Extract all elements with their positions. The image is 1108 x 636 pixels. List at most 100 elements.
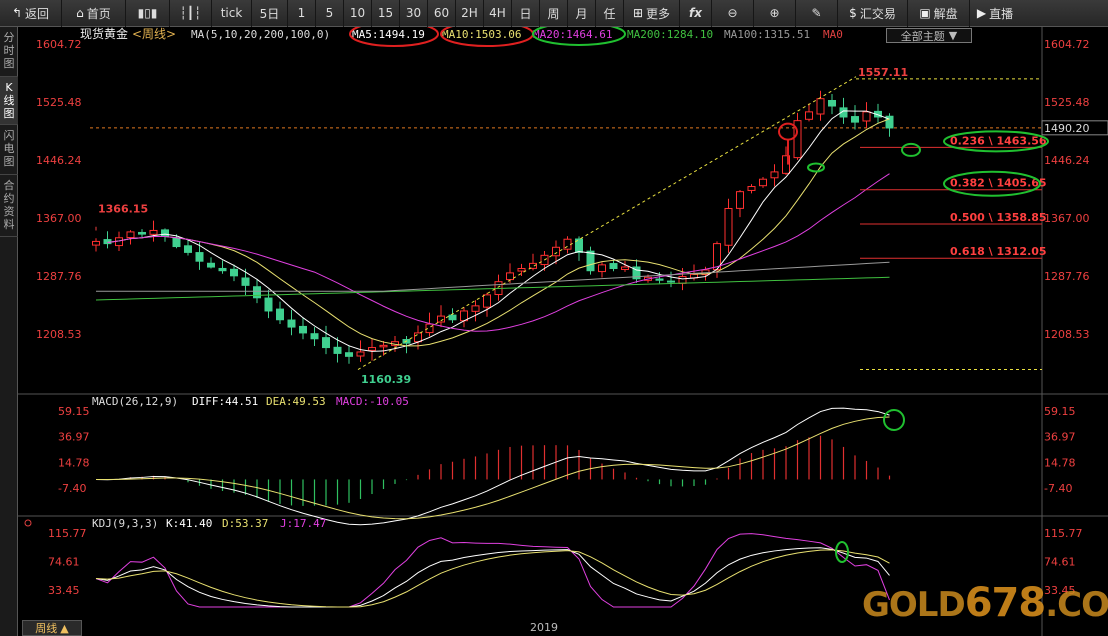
ma10-value: MA10:1503.06 (442, 28, 521, 41)
period-button[interactable]: 5日 (252, 0, 288, 27)
candle-body (230, 268, 238, 277)
tab-flash[interactable]: 闪电图 (0, 125, 18, 175)
candle-body (678, 276, 687, 284)
macd-params: MACD(26,12,9) (92, 395, 178, 408)
period-button[interactable]: 任 (596, 0, 624, 27)
period-button[interactable]: 60 (428, 0, 456, 27)
candle-body (253, 286, 261, 299)
y-tick-left: 1446.24 (36, 154, 82, 167)
price-chart[interactable]: 现货黄金 <周线> MA(5,10,20,200,100,0) MA5:1494… (18, 27, 1108, 636)
period-button[interactable]: 5 (316, 0, 344, 27)
macd-value: MACD:-10.05 (336, 395, 409, 408)
candle-body (552, 246, 560, 257)
candle-body (506, 272, 514, 281)
live-button[interactable]: ▶ 直播 (970, 0, 1020, 27)
candle-body (759, 178, 767, 187)
candlestick-button[interactable]: ┆┃┆ (170, 0, 212, 27)
macd-cross-highlight (883, 409, 905, 431)
fib-label: 0.500 \ 1358.85 (950, 211, 1047, 224)
macd-y-tick-left: 36.97 (58, 431, 90, 444)
candle-body (379, 344, 388, 348)
period-button[interactable]: 30 (400, 0, 428, 27)
back-button[interactable]: ↰ 返回 (0, 0, 62, 27)
back-arrow-icon: ↰ (11, 6, 23, 20)
kdj-k: K:41.40 (166, 517, 212, 530)
candle-body (103, 239, 112, 245)
home-icon: ⌂ (76, 6, 84, 20)
home-button[interactable]: ⌂ 首页 (62, 0, 126, 27)
kdj-settings-icon[interactable] (24, 519, 32, 527)
period-button[interactable]: 2H (456, 0, 484, 27)
candle-body (138, 231, 146, 235)
candle-body (667, 280, 675, 283)
zoom-in-button[interactable]: ⊕ (754, 0, 796, 27)
pencil-icon: ✎ (811, 6, 822, 20)
side-tab-strip: 分时图 K线图 闪电图 合约资料 (0, 27, 18, 636)
theme-select[interactable]: 全部主题 ▼ (886, 28, 972, 43)
kdj-j: J:17.47 (280, 517, 326, 530)
period-label: <周线> (132, 27, 176, 41)
kdj-cross-highlight (835, 541, 849, 563)
period-button[interactable]: 10 (344, 0, 372, 27)
tab-kline[interactable]: K线图 (0, 77, 18, 125)
candle-body (862, 111, 871, 122)
period-button[interactable]: 周 (540, 0, 568, 27)
draw-button[interactable]: ✎ (796, 0, 838, 27)
zoom-in-icon: ⊕ (769, 6, 780, 20)
dropdown-arrow-icon: ▼ (948, 29, 958, 42)
candle-body (414, 332, 422, 343)
candle-body (92, 240, 100, 246)
unlock-button[interactable]: ▣ 解盘 (908, 0, 970, 27)
tick-button[interactable]: tick (212, 0, 252, 27)
kdj-y-tick-left: 115.77 (48, 527, 87, 540)
ma20-value: MA20:1464.61 (533, 28, 612, 41)
y-tick-right: 1604.72 (1044, 38, 1090, 51)
current-price-label: 1490.20 (1044, 122, 1090, 135)
ma-cross-highlight (807, 162, 825, 173)
formula-button[interactable]: fx (680, 0, 712, 27)
bar-chart-button[interactable]: ▮▯▮ (126, 0, 170, 27)
candle-body (517, 268, 526, 272)
zoom-out-button[interactable]: ⊖ (712, 0, 754, 27)
kdj-params: KDJ(9,3,3) (92, 517, 158, 530)
more-button[interactable]: ⊞ 更多 (624, 0, 680, 27)
candle-body (345, 352, 353, 357)
tab-contract-info[interactable]: 合约资料 (0, 175, 18, 237)
candle-body (736, 191, 744, 209)
kdj-y-tick-left: 33.45 (48, 584, 80, 597)
kdj-j-line (95, 533, 890, 608)
toolbar: ↰ 返回 ⌂ 首页 ▮▯▮ ┆┃┆ tick 5日 1 5 10 15 30 60 2H 4H 日周月… (0, 0, 1108, 27)
period-button[interactable]: 1 (288, 0, 316, 27)
kdj-d-line (95, 549, 890, 608)
candle-body (310, 333, 319, 340)
period-button[interactable]: 月 (568, 0, 596, 27)
candle-body (195, 252, 204, 262)
candle-body (609, 263, 618, 270)
kdj-d: D:53.37 (222, 517, 268, 530)
kdj-k-line (95, 547, 890, 608)
ma0-value: MA0 (823, 28, 843, 41)
candle-body (218, 267, 227, 272)
candle-body (483, 294, 491, 308)
period-button[interactable]: 4H (484, 0, 512, 27)
macd-y-tick-right: 59.15 (1044, 405, 1076, 418)
zoom-out-icon: ⊖ (727, 6, 738, 20)
y-tick-right: 1446.24 (1044, 154, 1090, 167)
macd-y-tick-left: 14.78 (58, 456, 90, 469)
y-tick-right: 1367.00 (1044, 212, 1090, 225)
trade-button[interactable]: $ 汇交易 (838, 0, 908, 27)
trend-line (357, 76, 857, 370)
candle-body (655, 278, 664, 281)
tab-timeshare[interactable]: 分时图 (0, 27, 18, 77)
macd-y-tick-right: -7.40 (1044, 482, 1072, 495)
period-button[interactable]: 15 (372, 0, 400, 27)
macd-y-tick-left: -7.40 (58, 482, 86, 495)
ma5-value: MA5:1494.19 (352, 28, 425, 41)
ma100-line (96, 261, 890, 292)
period-footer-tab[interactable]: 周线 ▲ (22, 620, 82, 636)
candle-body (207, 262, 215, 268)
period-button[interactable]: 日 (512, 0, 540, 27)
macd-y-tick-left: 59.15 (58, 405, 90, 418)
watermark-logo: GOLD678.COM (862, 580, 1108, 626)
kdj-y-tick-left: 74.61 (48, 556, 80, 569)
